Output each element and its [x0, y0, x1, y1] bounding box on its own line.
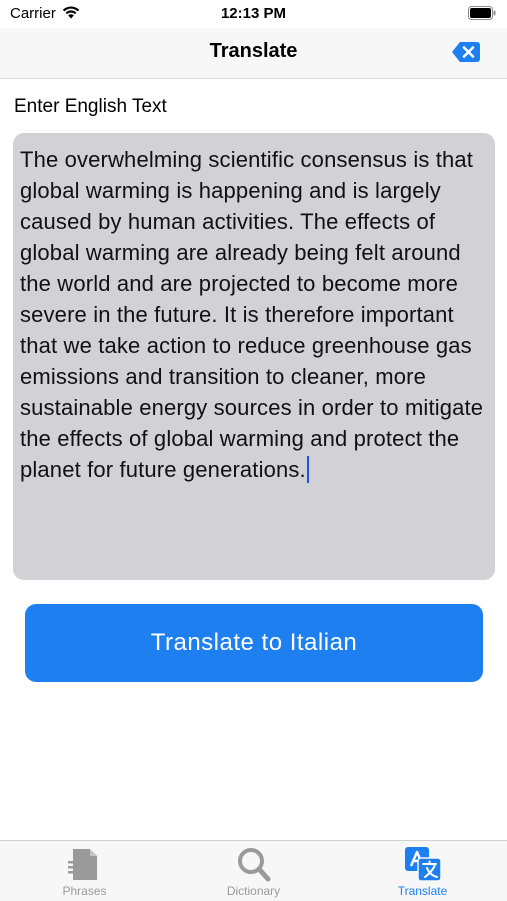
tab-translate[interactable]: Translate: [338, 841, 507, 901]
battery-icon: [468, 6, 496, 20]
text-cursor: [306, 456, 309, 483]
search-icon: [237, 848, 270, 882]
tab-dictionary[interactable]: Dictionary: [169, 841, 338, 901]
translate-icon: [404, 847, 442, 882]
tab-label: Translate: [397, 884, 448, 898]
document-icon: [67, 849, 97, 880]
navigation-bar: Translate: [0, 28, 507, 79]
input-text: The overwhelming scientific consensus is…: [20, 147, 490, 482]
status-bar: Carrier 12:13 PM: [0, 0, 507, 28]
input-label: Enter English Text: [14, 96, 167, 117]
tab-phrases[interactable]: Phrases: [0, 841, 169, 901]
tab-label: Dictionary: [226, 884, 281, 898]
backspace-icon[interactable]: [451, 40, 481, 64]
tab-label: Phrases: [62, 884, 107, 898]
clock: 12:13 PM: [220, 5, 287, 22]
page-title: Translate: [209, 40, 298, 62]
english-text-input[interactable]: The overwhelming scientific consensus is…: [13, 133, 495, 580]
tab-bar: Phrases Dictionary Translate: [0, 840, 507, 901]
translate-button[interactable]: Translate to Italian: [25, 604, 483, 682]
